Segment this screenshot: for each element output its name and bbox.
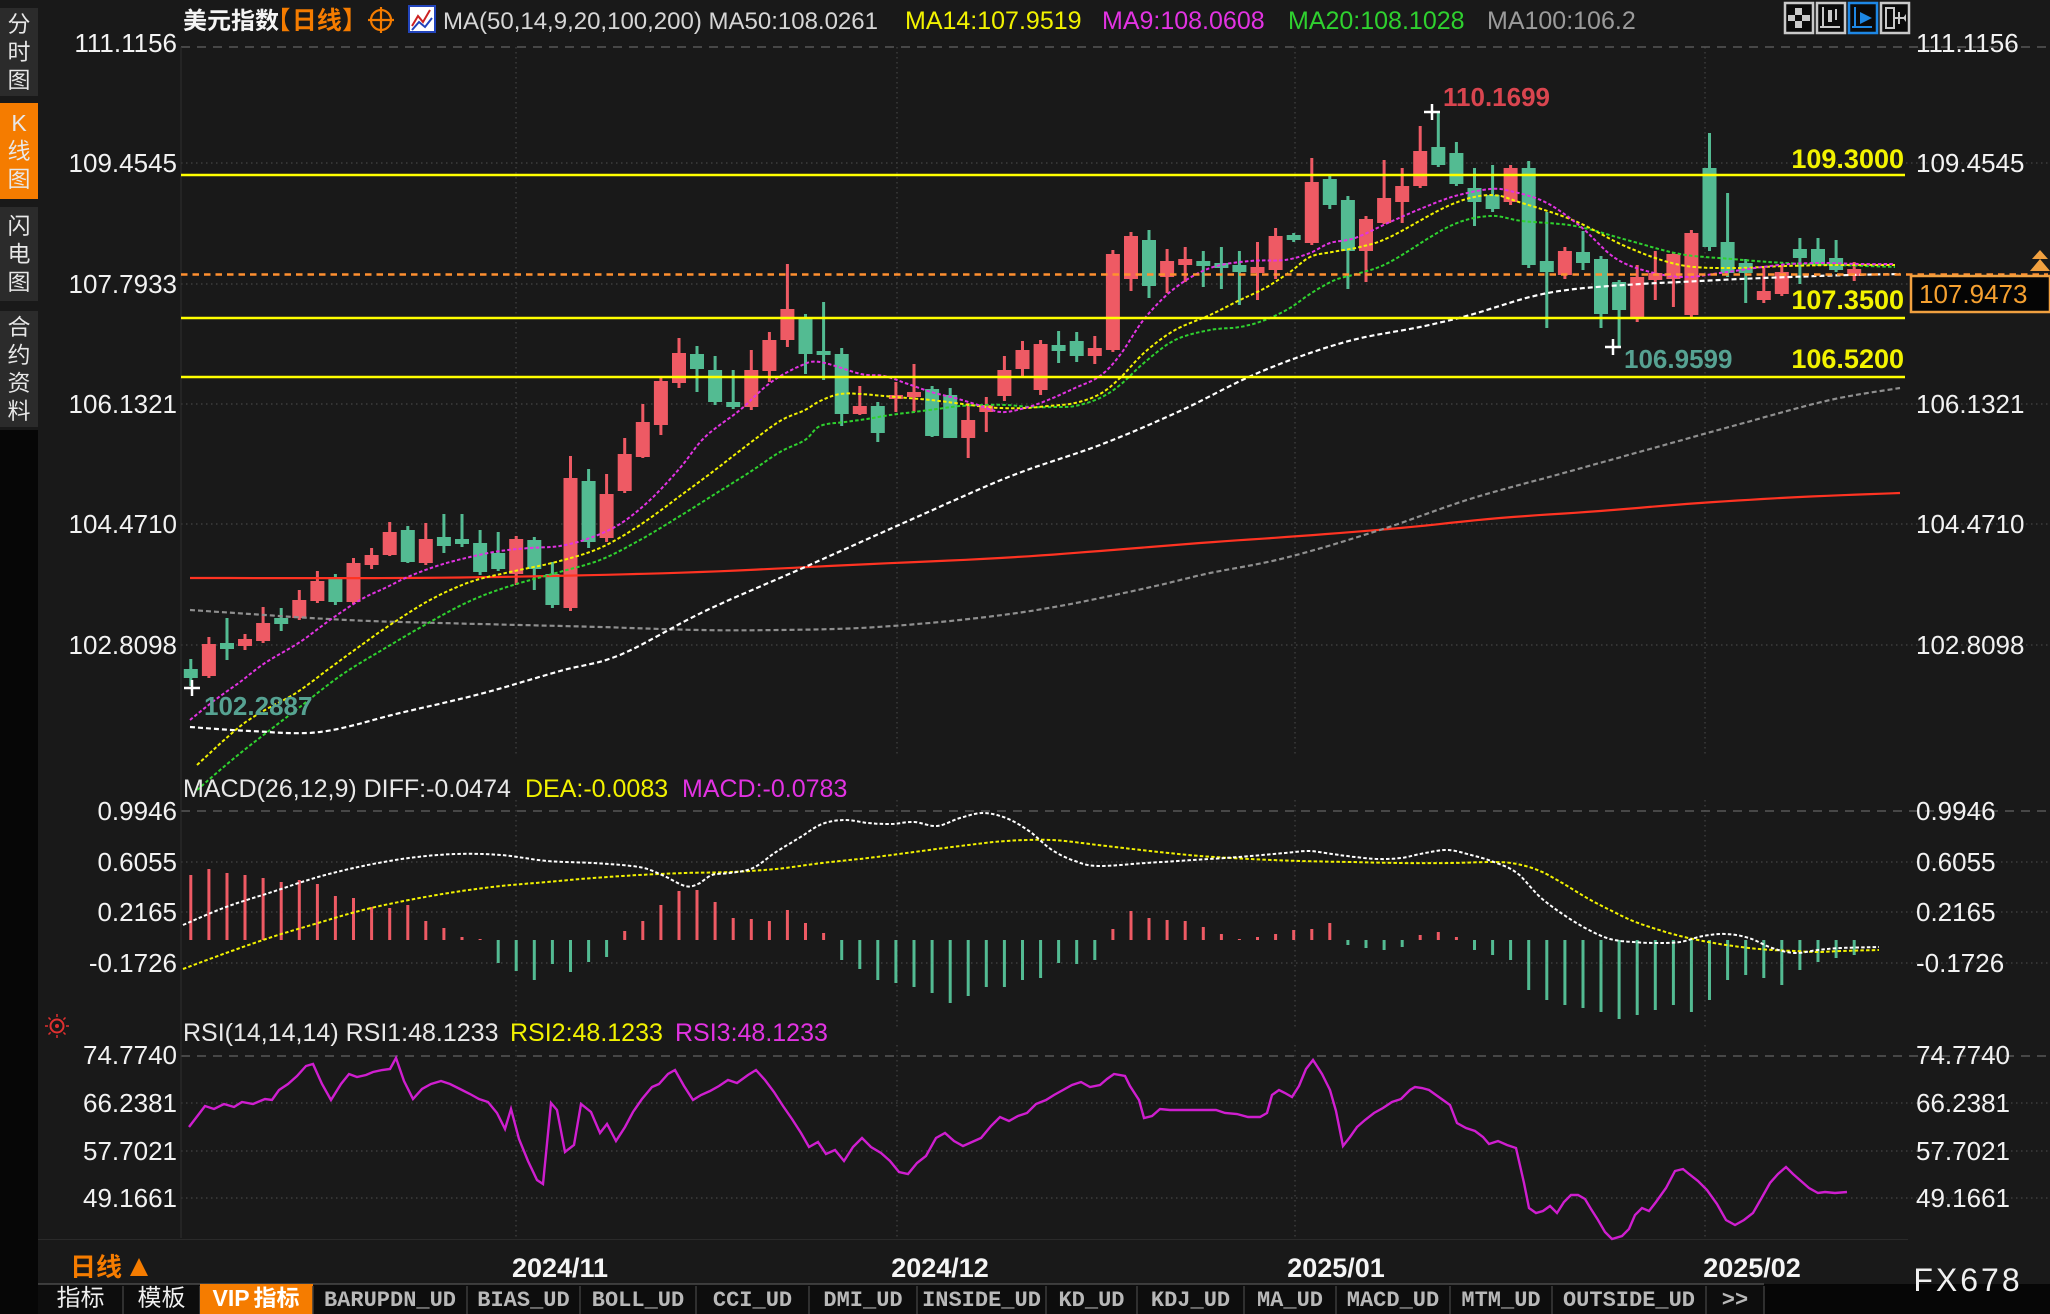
svg-text:104.4710: 104.4710 bbox=[69, 509, 177, 539]
svg-text:0.9946: 0.9946 bbox=[97, 796, 177, 826]
svg-text:2024/12: 2024/12 bbox=[891, 1253, 989, 1283]
svg-text:109.3000: 109.3000 bbox=[1791, 144, 1904, 174]
svg-text:MA100:106.2: MA100:106.2 bbox=[1487, 7, 1636, 35]
svg-text:RSI2:48.1233: RSI2:48.1233 bbox=[510, 1019, 663, 1047]
svg-text:107.9473: 107.9473 bbox=[1919, 279, 2027, 309]
svg-text:MA20:108.1028: MA20:108.1028 bbox=[1288, 7, 1465, 35]
svg-text:CCI_UD: CCI_UD bbox=[713, 1288, 792, 1313]
svg-text:109.4545: 109.4545 bbox=[69, 148, 177, 178]
svg-text:49.1661: 49.1661 bbox=[1916, 1183, 2010, 1213]
svg-text:74.7740: 74.7740 bbox=[83, 1040, 177, 1070]
svg-text:KDJ_UD: KDJ_UD bbox=[1151, 1288, 1230, 1313]
svg-text:MA14:107.9519: MA14:107.9519 bbox=[905, 7, 1082, 35]
svg-text:106.1321: 106.1321 bbox=[1916, 389, 2024, 419]
svg-text:57.7021: 57.7021 bbox=[83, 1136, 177, 1166]
svg-text:MTM_UD: MTM_UD bbox=[1461, 1288, 1540, 1313]
svg-text:111.1156: 111.1156 bbox=[74, 28, 177, 58]
svg-text:66.2381: 66.2381 bbox=[83, 1088, 177, 1118]
svg-text:-0.1726: -0.1726 bbox=[1916, 948, 2004, 978]
svg-text:DEA:-0.0083: DEA:-0.0083 bbox=[525, 775, 668, 803]
svg-text:57.7021: 57.7021 bbox=[1916, 1136, 2010, 1166]
svg-text:74.7740: 74.7740 bbox=[1916, 1040, 2010, 1070]
svg-text:FX678: FX678 bbox=[1913, 1262, 2022, 1298]
svg-text:K: K bbox=[11, 110, 27, 136]
svg-text:107.3500: 107.3500 bbox=[1791, 285, 1904, 315]
svg-text:>>: >> bbox=[1722, 1288, 1748, 1313]
svg-text:0.2165: 0.2165 bbox=[1916, 897, 1996, 927]
svg-text:BOLL_UD: BOLL_UD bbox=[592, 1288, 684, 1313]
svg-text:KD_UD: KD_UD bbox=[1058, 1288, 1124, 1313]
svg-text:106.1321: 106.1321 bbox=[69, 389, 177, 419]
svg-text:VIP: VIP bbox=[213, 1285, 250, 1311]
svg-text:MA(50,14,9,20,100,200) MA50:10: MA(50,14,9,20,100,200) MA50:108.0261 bbox=[443, 8, 878, 35]
svg-text:111.1156: 111.1156 bbox=[1916, 28, 2019, 58]
svg-text:RSI3:48.1233: RSI3:48.1233 bbox=[675, 1019, 828, 1047]
svg-text:DMI_UD: DMI_UD bbox=[823, 1288, 902, 1313]
svg-text:0.9946: 0.9946 bbox=[1916, 796, 1996, 826]
svg-text:MACD(26,12,9) DIFF:-0.0474: MACD(26,12,9) DIFF:-0.0474 bbox=[183, 775, 511, 803]
svg-text:2025/02: 2025/02 bbox=[1703, 1253, 1801, 1283]
svg-text:107.7933: 107.7933 bbox=[69, 269, 177, 299]
svg-text:MA9:108.0608: MA9:108.0608 bbox=[1102, 7, 1265, 35]
svg-text:BIAS_UD: BIAS_UD bbox=[477, 1288, 569, 1313]
svg-text:104.4710: 104.4710 bbox=[1916, 509, 2024, 539]
svg-text:102.8098: 102.8098 bbox=[69, 630, 177, 660]
svg-text:-0.1726: -0.1726 bbox=[89, 948, 177, 978]
svg-text:2024/11: 2024/11 bbox=[512, 1253, 608, 1283]
svg-text:0.2165: 0.2165 bbox=[97, 897, 177, 927]
svg-text:102.2887: 102.2887 bbox=[204, 691, 312, 721]
svg-text:106.5200: 106.5200 bbox=[1791, 344, 1904, 374]
svg-text:102.8098: 102.8098 bbox=[1916, 630, 2024, 660]
svg-text:MACD_UD: MACD_UD bbox=[1347, 1288, 1439, 1313]
svg-text:110.1699: 110.1699 bbox=[1443, 82, 1550, 112]
svg-text:2025/01: 2025/01 bbox=[1287, 1253, 1385, 1283]
svg-text:INSIDE_UD: INSIDE_UD bbox=[922, 1288, 1041, 1313]
svg-text:OUTSIDE_UD: OUTSIDE_UD bbox=[1563, 1288, 1695, 1313]
svg-text:106.9599: 106.9599 bbox=[1624, 344, 1732, 374]
svg-text:BARUPDN_UD: BARUPDN_UD bbox=[324, 1288, 456, 1313]
svg-text:49.1661: 49.1661 bbox=[83, 1183, 177, 1213]
svg-text:66.2381: 66.2381 bbox=[1916, 1088, 2010, 1118]
svg-text:MACD:-0.0783: MACD:-0.0783 bbox=[682, 775, 847, 803]
svg-text:109.4545: 109.4545 bbox=[1916, 148, 2024, 178]
svg-text:RSI(14,14,14) RSI1:48.1233: RSI(14,14,14) RSI1:48.1233 bbox=[183, 1019, 498, 1047]
svg-text:0.6055: 0.6055 bbox=[97, 847, 177, 877]
svg-text:0.6055: 0.6055 bbox=[1916, 847, 1996, 877]
svg-text:MA_UD: MA_UD bbox=[1257, 1288, 1323, 1313]
